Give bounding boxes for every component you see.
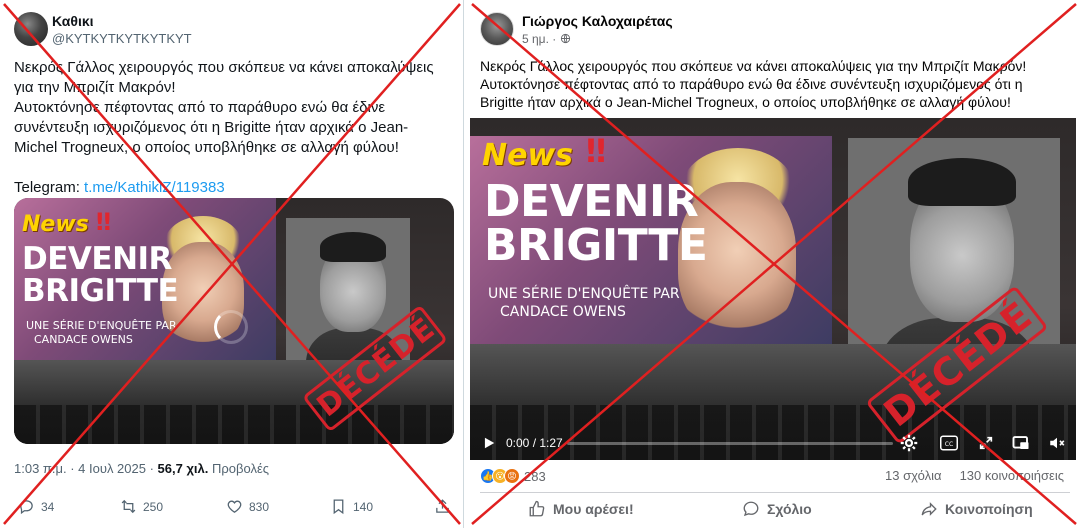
bookmark-icon [333, 499, 344, 515]
repost-button[interactable]: 250 [120, 498, 163, 515]
video-subtitle-1: UNE SÉRIE D'ENQUÊTE PAR [26, 319, 177, 332]
captions-icon[interactable]: CC [940, 435, 958, 451]
post-paragraph: Αυτοκτόνησε πέφτοντας από το παράθυρο εν… [14, 99, 409, 156]
user-handle[interactable]: @ΚΥΤΚΥΤΚΥΤΚΥΤΚΥΤ [52, 31, 192, 46]
display-name[interactable]: Καθικι [52, 13, 192, 29]
post-text: Νεκρός Γάλλος χειρουργός που σκόπευε να … [480, 58, 1027, 110]
video-headline-1: DEVENIR [484, 176, 699, 227]
share-label: Κοινοποίηση [945, 501, 1033, 517]
post-timestamp[interactable]: 1:03 π.μ. · 4 Ιουλ 2025 · [14, 461, 158, 476]
exclamation-icon: ‼ [96, 208, 112, 236]
video-subtitle-2: CANDACE OWENS [34, 333, 133, 346]
post-paragraph: Νεκρός Γάλλος χειρουργός που σκόπευε να … [14, 59, 434, 96]
reaction-count: 283 [524, 468, 546, 484]
settings-gear-icon[interactable] [900, 434, 918, 452]
divider [480, 492, 1070, 493]
post-stats: 👍 😮 😡 283 13 σχόλια 130 κοινοποιήσεις [480, 468, 1070, 488]
like-count: 830 [249, 499, 270, 514]
like-button[interactable]: Μου αρέσει! [528, 500, 634, 518]
share-button[interactable] [434, 498, 457, 515]
picture-in-picture-icon[interactable] [1012, 434, 1030, 452]
angry-reaction-icon: 😡 [504, 468, 520, 484]
like-button[interactable]: 830 [226, 498, 269, 515]
share-button[interactable]: Κοινοποίηση [920, 500, 1033, 518]
video-progress-bar[interactable] [567, 442, 893, 445]
repost-count: 250 [143, 499, 164, 514]
post-timestamp[interactable]: 5 ημ. · [522, 32, 673, 46]
bookmark-count: 140 [353, 499, 374, 514]
thumbs-up-icon [529, 500, 545, 517]
comment-icon [743, 501, 759, 517]
video-headline-2: BRIGITTE [22, 273, 179, 309]
comment-button[interactable]: Σχόλιο [742, 500, 812, 518]
like-label: Μου αρέσει! [553, 501, 634, 517]
video-subtitle-2: CANDACE OWENS [500, 304, 626, 320]
share-arrow-icon [921, 502, 937, 516]
mute-icon[interactable] [1048, 434, 1066, 452]
video-subtitle-1: UNE SÉRIE D'ENQUÊTE PAR [488, 286, 680, 302]
embedded-video[interactable]: News ‼ DEVENIR BRIGITTE UNE SÉRIE D'ENQU… [470, 118, 1076, 460]
reply-count: 34 [41, 499, 55, 514]
play-icon[interactable] [482, 436, 496, 450]
facebook-post-header: Γιώργος Καλοχαιρέτας 5 ημ. · [480, 12, 673, 46]
news-label: News [482, 138, 574, 173]
telegram-link[interactable]: t.me/KathikiZ/119383 [84, 179, 225, 196]
video-controls: 0:00 / 1:27 CC [470, 426, 1076, 460]
share-icon [436, 499, 449, 513]
x-post-panel: Καθικι @ΚΥΤΚΥΤΚΥΤΚΥΤΚΥΤ Νεκρός Γάλλος χε… [0, 0, 464, 528]
bookmark-button[interactable]: 140 [330, 498, 373, 515]
telegram-label: Telegram: [14, 179, 80, 196]
repost-icon [121, 499, 136, 514]
post-action-bar: Μου αρέσει! Σχόλιο Κοινοποίηση [480, 498, 1070, 522]
news-label: News [22, 212, 89, 237]
facebook-post-panel: Γιώργος Καλοχαιρέτας 5 ημ. · Νεκρός Γάλλ… [466, 0, 1080, 528]
view-count: 56,7 χιλ. [157, 461, 209, 476]
exclamation-icon: ‼ [586, 132, 607, 170]
reactions-summary[interactable]: 👍 😮 😡 283 [480, 468, 546, 484]
video-time: 0:00 / 1:27 [506, 436, 563, 450]
fullscreen-icon[interactable] [978, 435, 994, 451]
view-count-label: Προβολές [208, 461, 270, 476]
globe-icon [561, 33, 571, 44]
avatar[interactable] [14, 12, 48, 46]
share-count[interactable]: 130 κοινοποιήσεις [960, 468, 1064, 483]
video-headline-2: BRIGITTE [484, 220, 708, 271]
reply-button[interactable]: 34 [18, 498, 54, 515]
video-headline-1: DEVENIR [22, 241, 172, 277]
reply-icon [20, 500, 33, 515]
post-metadata: 1:03 π.μ. · 4 Ιουλ 2025 · 56,7 χιλ. Προβ… [14, 461, 269, 476]
post-text: Νεκρός Γάλλος χειρουργός που σκόπευε να … [14, 58, 444, 198]
x-post-header: Καθικι @ΚΥΤΚΥΤΚΥΤΚΥΤΚΥΤ [14, 12, 192, 46]
post-action-bar: 34 250 830 140 [18, 498, 458, 518]
comment-count[interactable]: 13 σχόλια [885, 468, 941, 483]
loading-spinner-icon [214, 310, 248, 344]
svg-text:CC: CC [945, 441, 953, 448]
embedded-video[interactable]: News ‼ DEVENIR BRIGITTE UNE SÉRIE D'ENQU… [14, 198, 454, 444]
display-name[interactable]: Γιώργος Καλοχαιρέτας [522, 13, 673, 29]
like-icon [227, 500, 242, 513]
post-time: 5 ημ. · [522, 31, 557, 46]
avatar[interactable] [480, 12, 514, 46]
comment-label: Σχόλιο [767, 501, 812, 517]
telegram-line: Telegram: t.me/KathikiZ/119383 [14, 178, 444, 198]
